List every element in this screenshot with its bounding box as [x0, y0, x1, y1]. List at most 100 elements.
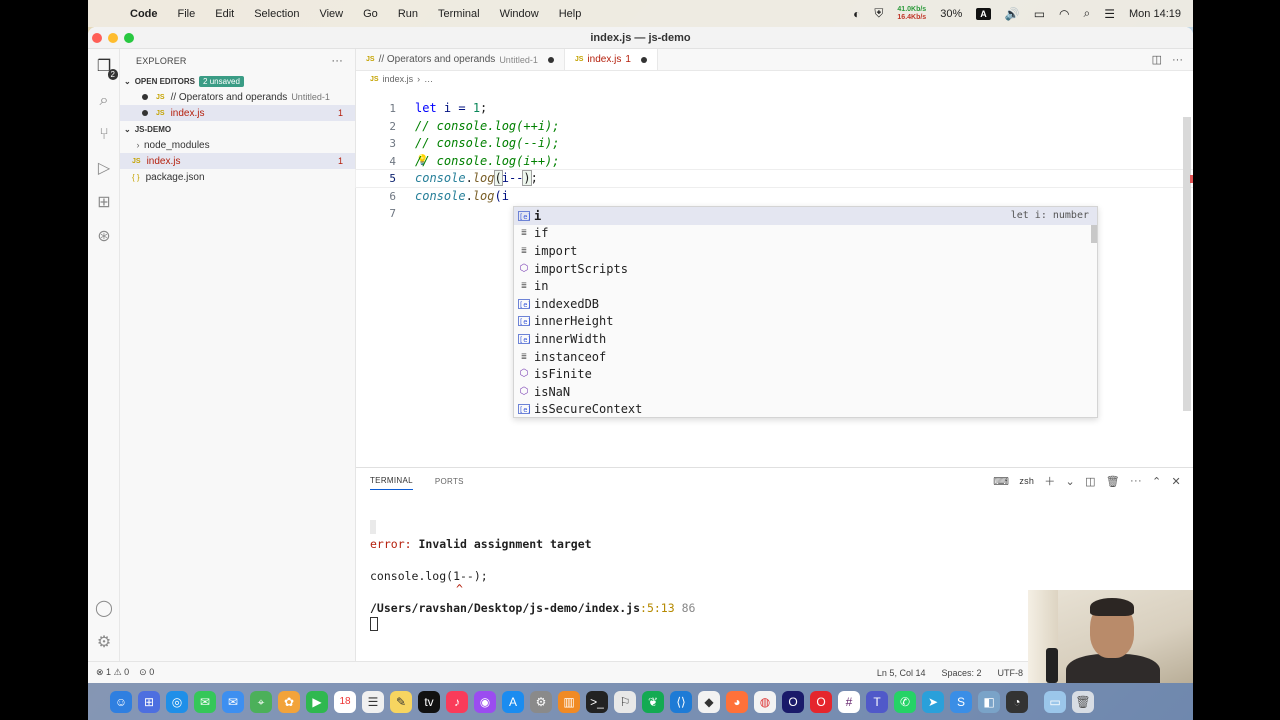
preview-icon[interactable]: ◧ [978, 690, 1000, 713]
more-actions-icon[interactable]: ··· [1172, 54, 1183, 66]
tab-index-js[interactable]: JS index.js 1 [564, 49, 658, 70]
books-icon[interactable]: ▥ [558, 690, 580, 713]
tab-ports[interactable]: PORTS [435, 477, 464, 486]
explorer-icon[interactable]: ❐ 2 [94, 57, 118, 80]
network-speed[interactable]: 41.0Kb/s 16.4Kb/s [897, 6, 926, 22]
figma-icon[interactable]: ◆ [698, 690, 720, 713]
mail-icon[interactable]: ✉ [222, 690, 244, 713]
more-actions-icon[interactable]: ··· [331, 55, 355, 67]
firefox-icon[interactable]: ◕ [726, 690, 748, 713]
finder-icon[interactable]: ☺ [110, 690, 132, 713]
problems-status[interactable]: ⊗ 1 ⚠ 0 [96, 667, 129, 678]
screenshot-icon[interactable]: ◔ [1006, 690, 1028, 713]
teams-icon[interactable]: T [866, 690, 888, 713]
suggest-item[interactable]: [e] innerWidth [514, 330, 1097, 348]
zoom-window-button[interactable] [124, 32, 134, 43]
downloads-folder-icon[interactable]: ▭ [1044, 690, 1066, 713]
close-window-button[interactable] [92, 32, 102, 43]
editor-scrollbar[interactable] [1183, 117, 1191, 411]
source-control-icon[interactable]: ⑂ [94, 125, 114, 145]
chevron-down-icon[interactable]: ⌄ [1066, 475, 1076, 488]
opera-icon[interactable]: O [810, 690, 832, 713]
launchpad-icon[interactable]: ⊞ [138, 690, 160, 713]
photos-icon[interactable]: ✿ [278, 690, 300, 713]
terminal-icon[interactable]: ⌨ [993, 475, 1009, 488]
menu-window[interactable]: Window [490, 8, 549, 20]
clock[interactable]: Mon 14:19 [1129, 8, 1181, 20]
suggest-item[interactable]: [e] isSecureContext [514, 401, 1097, 419]
tab-untitled[interactable]: JS // Operators and operands Untitled-1 [356, 49, 565, 70]
menu-file[interactable]: File [168, 8, 206, 20]
postman-icon[interactable]: ⚐ [614, 690, 636, 713]
menu-edit[interactable]: Edit [205, 8, 244, 20]
opera-gx-icon[interactable]: O [782, 690, 804, 713]
code-line[interactable]: 1 let i = 1; [356, 100, 1193, 117]
menu-selection[interactable]: Selection [244, 8, 309, 20]
maps-icon[interactable]: ⌖ [250, 690, 272, 713]
suggest-item[interactable]: ≣ import [514, 242, 1097, 260]
input-source-icon[interactable]: A [976, 7, 991, 20]
control-center-icon[interactable]: ☰ [1104, 7, 1115, 21]
shield-icon[interactable]: ⛨ [874, 6, 883, 21]
unsaved-dot-icon[interactable] [142, 110, 148, 116]
app-store-icon[interactable]: A [502, 690, 524, 713]
facetime-icon[interactable]: ▶ [306, 690, 328, 713]
battery-percent[interactable]: 30% [940, 8, 962, 20]
search-icon[interactable]: ⌕ [1084, 6, 1091, 21]
suggest-item[interactable]: ⬡ isNaN [514, 383, 1097, 401]
safari-icon[interactable]: ◎ [166, 690, 188, 713]
suggest-item[interactable]: ≣ in [514, 277, 1097, 295]
terminal-app-icon[interactable]: >_ [586, 690, 608, 713]
focus-icon[interactable]: ◐ [853, 7, 860, 21]
mongodb-icon[interactable]: ❦ [642, 690, 664, 713]
unsaved-dot-icon[interactable] [640, 56, 647, 63]
tab-terminal[interactable]: TERMINAL [370, 476, 413, 490]
gear-icon[interactable]: ⚙ [94, 633, 114, 653]
more-actions-icon[interactable]: ··· [1130, 475, 1142, 487]
cursor-position[interactable]: Ln 5, Col 14 [877, 668, 926, 678]
open-editors-section[interactable]: ⌄ OPEN EDITORS 2 unsaved [120, 73, 355, 89]
slack-icon[interactable]: # [838, 690, 860, 713]
reminders-icon[interactable]: ☰ [362, 690, 384, 713]
apple-tv-icon[interactable]: tv [418, 690, 440, 713]
minimize-window-button[interactable] [108, 32, 118, 43]
chrome-icon[interactable]: ◍ [754, 690, 776, 713]
menu-go[interactable]: Go [353, 8, 388, 20]
git-graph-icon[interactable]: ⊛ [94, 227, 114, 247]
code-line[interactable]: 2 // console.log(++i); [356, 118, 1193, 135]
menu-terminal[interactable]: Terminal [428, 8, 490, 20]
close-icon[interactable]: ✕ [1171, 475, 1181, 488]
extensions-icon[interactable]: ⊞ [94, 193, 114, 213]
suggest-item[interactable]: [e] i let i: number [514, 207, 1097, 225]
code-line[interactable]: 6 console.log(i [356, 188, 1193, 205]
menu-view[interactable]: View [309, 8, 353, 20]
code-line[interactable]: 4 💡 // console.log(i++); [356, 153, 1193, 170]
code-line[interactable]: 3 // console.log(--i); [356, 135, 1193, 152]
podcasts-icon[interactable]: ◉ [474, 690, 496, 713]
project-section[interactable]: ⌄ JS-DEMO [120, 121, 355, 137]
suggest-item[interactable]: [e] indexedDB [514, 295, 1097, 313]
menu-run[interactable]: Run [388, 8, 428, 20]
unsaved-dot-icon[interactable] [142, 94, 148, 100]
search-icon[interactable]: ⌕ [94, 91, 114, 111]
volume-icon[interactable]: 🔊 [1005, 7, 1020, 21]
account-icon[interactable]: ◯ [94, 599, 114, 619]
trash-icon[interactable]: 🗑 [1106, 475, 1120, 488]
suggest-item[interactable]: ≣ instanceof [514, 348, 1097, 366]
shell-name[interactable]: zsh [1019, 476, 1034, 486]
wifi-icon[interactable]: ◠ [1059, 7, 1069, 21]
suggest-item[interactable]: ≣ if [514, 225, 1097, 243]
menu-help[interactable]: Help [549, 8, 592, 20]
add-terminal-icon[interactable]: ＋ [1044, 473, 1055, 489]
split-terminal-icon[interactable]: ◫ [1085, 475, 1096, 488]
unsaved-dot-icon[interactable] [547, 56, 554, 63]
notes-icon[interactable]: ✎ [390, 690, 412, 713]
folder-node-modules[interactable]: › node_modules [120, 137, 355, 153]
file-index-js[interactable]: JS index.js 1 [120, 153, 355, 169]
skype-icon[interactable]: S [950, 690, 972, 713]
music-icon[interactable]: ♪ [446, 690, 468, 713]
split-editor-icon[interactable]: ◫ [1152, 53, 1162, 66]
telegram-icon[interactable]: ➤ [922, 690, 944, 713]
open-editor-index[interactable]: JS index.js 1 [120, 105, 355, 121]
file-package-json[interactable]: { } package.json [120, 169, 355, 185]
